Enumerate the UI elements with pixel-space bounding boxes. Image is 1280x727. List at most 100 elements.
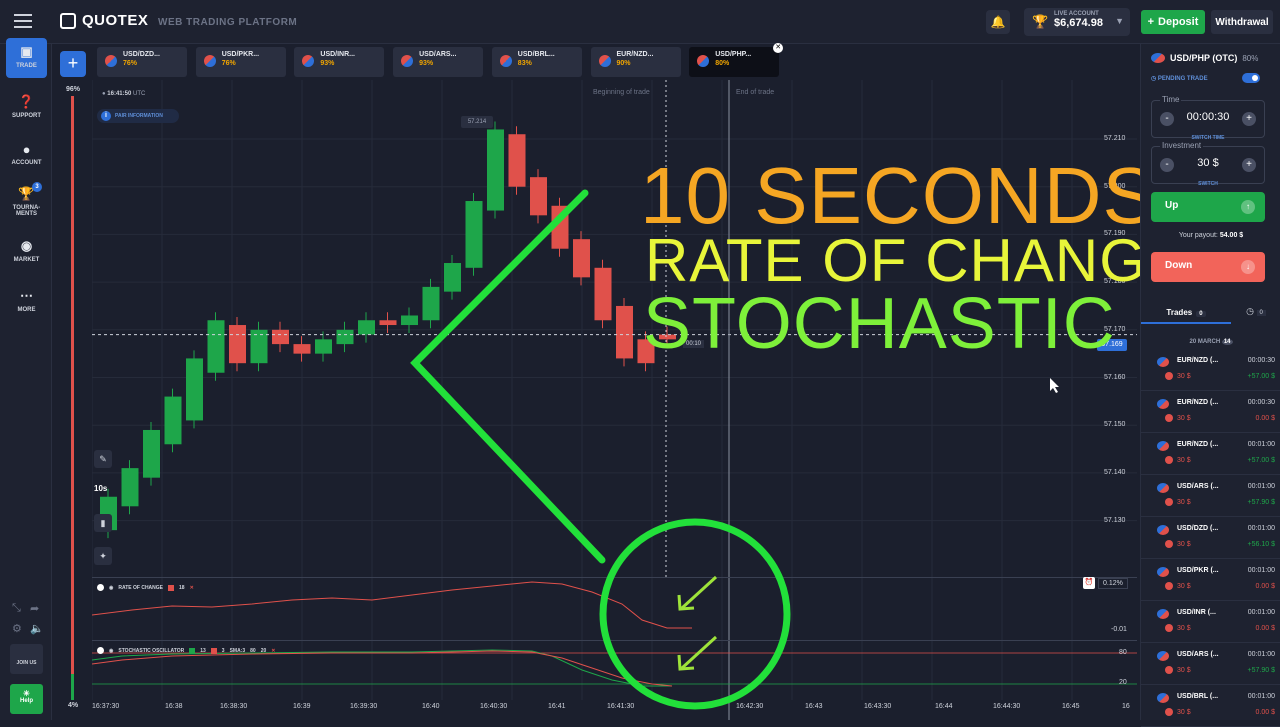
trade-item[interactable]: USD/ARS (... 00:01:00 30 $ +57.90 $ bbox=[1141, 643, 1280, 685]
roc-color-swatch[interactable] bbox=[168, 584, 175, 591]
logo[interactable]: QUOTEX bbox=[60, 12, 148, 29]
sidebar-item-account[interactable]: ● ACCOUNT bbox=[6, 136, 47, 176]
pending-trade-toggle[interactable] bbox=[1242, 73, 1260, 83]
tab-closed-trades[interactable]: ◷ 0 bbox=[1233, 300, 1279, 324]
time-increase-button[interactable]: + bbox=[1242, 112, 1256, 126]
smoothing: SMA:3 bbox=[229, 647, 246, 654]
chart-type-icon[interactable]: ▮ bbox=[94, 514, 112, 532]
asset-tab-name: USD/PHP... bbox=[715, 51, 752, 58]
minus-icon[interactable] bbox=[97, 647, 104, 654]
indicators-icon[interactable]: ✦ bbox=[94, 547, 112, 565]
trade-payout: +56.10 $ bbox=[1247, 541, 1275, 548]
fullscreen-icon[interactable]: ⤡ bbox=[12, 602, 21, 615]
sidebar-item-label: MORE bbox=[17, 307, 36, 313]
direction-icon bbox=[1165, 540, 1173, 548]
down-button[interactable]: Down ↓ bbox=[1151, 252, 1265, 282]
x-axis-label: 16:43:30 bbox=[864, 703, 892, 710]
eye-icon[interactable]: ◉ bbox=[109, 585, 113, 591]
d-color-swatch[interactable] bbox=[210, 647, 217, 654]
trade-amount: 30 $ bbox=[1177, 583, 1191, 590]
join-us-button[interactable]: JOIN US bbox=[10, 644, 43, 674]
share-icon[interactable]: ➦ bbox=[30, 602, 39, 615]
trade-duration: 00:01:00 bbox=[1247, 525, 1275, 532]
trade-duration: 00:01:00 bbox=[1247, 483, 1275, 490]
settings-icon[interactable]: ⚙ bbox=[12, 622, 22, 635]
close-icon[interactable]: ✕ bbox=[271, 648, 275, 654]
trade-item[interactable]: USD/INR (... 00:01:00 30 $ 0.00 $ bbox=[1141, 601, 1280, 643]
trade-item[interactable]: EUR/NZD (... 00:00:30 30 $ 0.00 $ bbox=[1141, 391, 1280, 433]
sidebar-item-trade[interactable]: ▣ TRADE bbox=[6, 38, 47, 78]
deposit-button[interactable]: + Deposit bbox=[1141, 10, 1205, 34]
trophy-icon: 🏆 bbox=[1032, 14, 1049, 29]
sidebar-item-market[interactable]: ◉ MARKET bbox=[6, 232, 47, 272]
asset-tab-payout: 76% bbox=[123, 60, 138, 67]
sidebar-item-tournaments[interactable]: 🏆 TOURNA-MENTS 3 bbox=[6, 180, 47, 220]
flag-icon bbox=[697, 55, 710, 67]
bell-icon[interactable]: 🔔 bbox=[986, 10, 1010, 34]
flag-icon bbox=[1157, 651, 1169, 661]
investment-field[interactable]: Investment - 30 $ + SWITCH bbox=[1151, 141, 1265, 187]
trade-item[interactable]: EUR/NZD (... 00:00:30 30 $ +57.00 $ bbox=[1141, 349, 1280, 391]
trade-asset: USD/PKR (... bbox=[1177, 567, 1219, 574]
withdrawal-button[interactable]: Withdrawal bbox=[1211, 10, 1273, 34]
candle bbox=[573, 239, 590, 278]
timeframe-button[interactable]: 10s bbox=[94, 484, 107, 493]
candle bbox=[143, 429, 160, 478]
candle bbox=[508, 134, 526, 187]
draw-tool-icon[interactable]: ✎ bbox=[94, 450, 112, 468]
sidebar-item-label: ACCOUNT bbox=[11, 160, 42, 166]
trade-item[interactable]: USD/DZD (... 00:01:00 30 $ +56.10 $ bbox=[1141, 517, 1280, 559]
pending-trade-label: ◷ PENDING TRADE bbox=[1151, 76, 1208, 82]
add-asset-button[interactable]: + bbox=[60, 51, 86, 77]
asset-tab-payout: 80% bbox=[715, 60, 730, 67]
oversold-level: 20 bbox=[260, 647, 267, 654]
menu-icon[interactable] bbox=[14, 14, 32, 28]
pair-information-button[interactable]: PAIR INFORMATION bbox=[97, 109, 179, 123]
asset-tab[interactable]: USD/PHP... 80% ✕ bbox=[689, 43, 784, 77]
selected-asset[interactable]: USD/PHP (OTC) 80% bbox=[1151, 53, 1258, 63]
x-axis-label: 16:39 bbox=[293, 703, 311, 710]
switch-link[interactable]: SWITCH bbox=[1152, 181, 1264, 187]
minus-icon[interactable] bbox=[97, 584, 104, 591]
stoch-d-line bbox=[92, 650, 673, 687]
roc-indicator-label[interactable]: ◉ RATE OF CHANGE 18 ✕ bbox=[97, 584, 194, 591]
trade-item[interactable]: USD/ARS (... 00:01:00 30 $ +57.90 $ bbox=[1141, 475, 1280, 517]
account-switcher[interactable]: 🏆 LIVE ACCOUNT $6,674.98 ▼ bbox=[1024, 8, 1130, 36]
close-icon[interactable]: ✕ bbox=[773, 43, 784, 53]
flag-icon bbox=[598, 55, 611, 67]
trade-item[interactable]: USD/PKR (... 00:01:00 30 $ 0.00 $ bbox=[1141, 559, 1280, 601]
help-button[interactable]: ✳ Help bbox=[10, 684, 43, 714]
asset-tab[interactable]: USD/PKR... 76% bbox=[195, 47, 286, 77]
asset-tab[interactable]: USD/ARS... 93% bbox=[393, 47, 484, 77]
up-button[interactable]: Up ↑ bbox=[1151, 192, 1265, 222]
alarm-icon[interactable]: ⏰ bbox=[1083, 577, 1095, 589]
asset-tab[interactable]: EUR/NZD... 90% bbox=[590, 47, 681, 77]
y-axis-label: 57.210 bbox=[1104, 135, 1126, 142]
asset-tab[interactable]: USD/BRL... 83% bbox=[491, 47, 582, 77]
stochastic-indicator-label[interactable]: ◉ STOCHASTIC OSCILLATOR 13 3 SMA:3 80 20… bbox=[97, 647, 275, 654]
trade-duration: 00:01:00 bbox=[1247, 567, 1275, 574]
roc-value-box: ⏰ 0.12% bbox=[1083, 577, 1128, 589]
trade-item[interactable]: USD/BRL (... 00:01:00 30 $ 0.00 $ bbox=[1141, 685, 1280, 727]
trade-payout: 0.00 $ bbox=[1255, 709, 1275, 716]
sidebar-item-support[interactable]: ❓ SUPPORT bbox=[6, 88, 47, 128]
close-icon[interactable]: ✕ bbox=[190, 585, 194, 591]
asset-tab[interactable]: USD/INR... 93% bbox=[294, 47, 385, 77]
time-field[interactable]: Time - 00:00:30 + SWITCH TIME bbox=[1151, 95, 1265, 141]
investment-increase-button[interactable]: + bbox=[1242, 158, 1256, 172]
trades-date-group: 20 MARCH 14 bbox=[1189, 339, 1233, 345]
eye-icon[interactable]: ◉ bbox=[109, 648, 113, 654]
asset-tab-payout: 93% bbox=[320, 60, 335, 67]
candle bbox=[186, 358, 203, 421]
k-color-swatch[interactable] bbox=[189, 647, 196, 654]
left-sidebar: ▣ TRADE ❓ SUPPORT ● ACCOUNT 🏆 TOURNA-MENTS 3 … bbox=[0, 38, 52, 720]
sound-icon[interactable]: 🔈 bbox=[30, 622, 44, 635]
trade-item[interactable]: EUR/NZD (... 00:01:00 30 $ +57.00 $ bbox=[1141, 433, 1280, 475]
flag-icon bbox=[1157, 399, 1169, 409]
sidebar-item-more[interactable]: ⋯ MORE bbox=[6, 282, 47, 322]
y-axis-label: 57.160 bbox=[1104, 373, 1126, 381]
direction-icon bbox=[1165, 372, 1173, 380]
x-axis-label: 16:44 bbox=[935, 703, 953, 710]
asset-tab[interactable]: USD/DZD... 76% bbox=[97, 47, 187, 77]
tab-trades[interactable]: Trades 0 bbox=[1141, 300, 1231, 324]
